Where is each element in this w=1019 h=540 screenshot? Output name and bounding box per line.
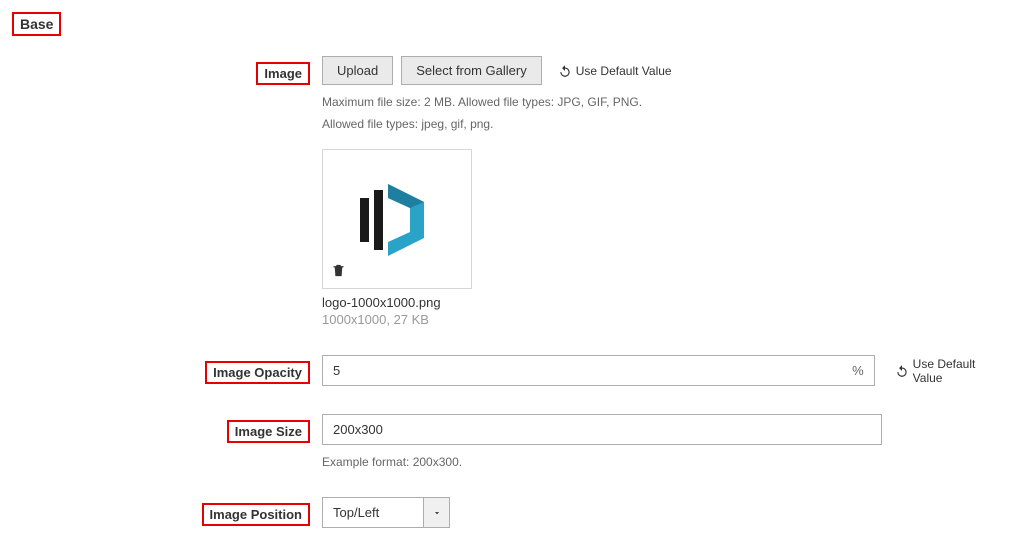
- image-file-meta: 1000x1000, 27 KB: [322, 312, 1007, 327]
- size-input[interactable]: [322, 414, 882, 445]
- upload-button[interactable]: Upload: [322, 56, 393, 85]
- image-help-2: Allowed file types: jpeg, gif, png.: [322, 117, 1007, 131]
- image-field: Upload Select from Gallery Use Default V…: [322, 56, 1007, 327]
- label-col: Image Opacity: [12, 355, 322, 384]
- opacity-reset-link[interactable]: Use Default Value: [887, 357, 1007, 385]
- image-position-row: Image Position Top/Left: [12, 497, 1007, 528]
- size-field-col: Example format: 200x300.: [322, 414, 1007, 469]
- label-col: Image: [12, 56, 322, 85]
- image-size-row: Image Size Example format: 200x300.: [12, 414, 1007, 469]
- section-title: Base: [12, 12, 61, 36]
- image-reset-label: Use Default Value: [576, 64, 672, 78]
- image-position-label: Image Position: [202, 503, 310, 526]
- undo-icon: [558, 64, 572, 78]
- position-value: Top/Left: [323, 498, 423, 527]
- label-col: Image Size: [12, 414, 322, 443]
- image-thumbnail: [322, 149, 472, 289]
- image-label: Image: [256, 62, 310, 85]
- label-col: Image Position: [12, 497, 322, 526]
- chevron-down-icon: [423, 498, 449, 527]
- image-button-group: Upload Select from Gallery Use Default V…: [322, 56, 1007, 85]
- image-size-label: Image Size: [227, 420, 310, 443]
- position-field-col: Top/Left: [322, 497, 1007, 528]
- image-opacity-label: Image Opacity: [205, 361, 310, 384]
- trash-icon[interactable]: [331, 262, 346, 282]
- image-reset-link[interactable]: Use Default Value: [550, 64, 672, 78]
- opacity-input[interactable]: [323, 356, 841, 385]
- image-file-name: logo-1000x1000.png: [322, 295, 1007, 310]
- image-row: Image Upload Select from Gallery Use Def…: [12, 56, 1007, 327]
- percent-suffix: %: [841, 356, 874, 385]
- logo-icon: [333, 160, 461, 280]
- opacity-input-wrap: %: [322, 355, 875, 386]
- image-opacity-row: Image Opacity % Use Default Value: [12, 355, 1007, 386]
- opacity-field-col: % Use Default Value: [322, 355, 1007, 386]
- position-select[interactable]: Top/Left: [322, 497, 450, 528]
- size-help: Example format: 200x300.: [322, 455, 1007, 469]
- undo-icon: [895, 364, 909, 378]
- opacity-field-row: % Use Default Value: [322, 355, 1007, 386]
- image-help-1: Maximum file size: 2 MB. Allowed file ty…: [322, 95, 1007, 109]
- opacity-reset-label: Use Default Value: [913, 357, 1007, 385]
- select-from-gallery-button[interactable]: Select from Gallery: [401, 56, 542, 85]
